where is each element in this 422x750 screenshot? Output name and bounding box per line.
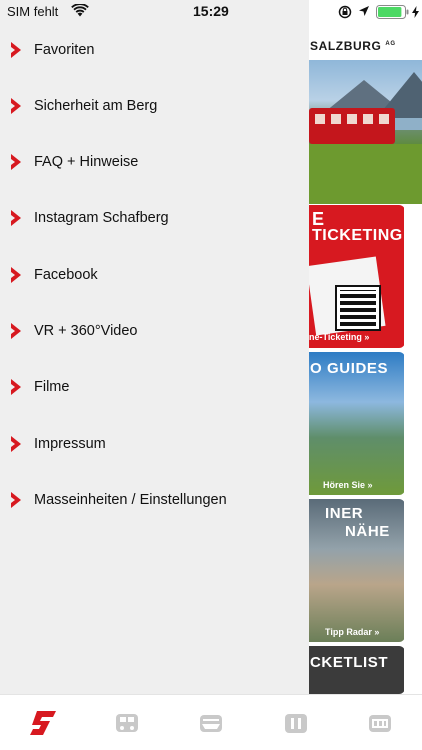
tile-title: NÄHE bbox=[345, 523, 390, 540]
menu-item-label: Sicherheit am Berg bbox=[34, 98, 158, 114]
chevron-right-icon bbox=[11, 492, 21, 508]
tile-title: TICKETING bbox=[312, 227, 403, 244]
menu-item-vr-video[interactable]: VR + 360°Video bbox=[0, 311, 309, 351]
ticket-icon[interactable] bbox=[281, 709, 311, 737]
menu-item-label: VR + 360°Video bbox=[34, 323, 138, 339]
menu-item-label: FAQ + Hinweise bbox=[34, 154, 139, 170]
chevron-right-icon bbox=[11, 42, 21, 58]
tile-bucketlist[interactable]: CKETLIST bbox=[309, 646, 405, 694]
bottom-tab-bar bbox=[0, 694, 422, 750]
tile-audio-guides[interactable]: O GUIDES Hören Sie » bbox=[309, 352, 405, 495]
chevron-right-icon bbox=[11, 436, 21, 452]
menu-item-impressum[interactable]: Impressum bbox=[0, 424, 309, 464]
tile-title: O GUIDES bbox=[310, 360, 389, 377]
menu-item-sicherheit[interactable]: Sicherheit am Berg bbox=[0, 86, 309, 126]
content-gutter bbox=[404, 205, 422, 694]
menu-item-favoriten[interactable]: Favoriten bbox=[0, 30, 309, 70]
ship-icon[interactable] bbox=[196, 709, 226, 737]
charging-bolt-icon bbox=[412, 6, 419, 18]
menu-item-instagram[interactable]: Instagram Schafberg bbox=[0, 198, 309, 238]
wifi-icon bbox=[71, 4, 89, 17]
chevron-right-icon bbox=[11, 379, 21, 395]
chevron-right-icon bbox=[11, 154, 21, 170]
menu-item-facebook[interactable]: Facebook bbox=[0, 255, 309, 295]
menu-item-label: Favoriten bbox=[34, 42, 95, 58]
tile-in-deiner-naehe[interactable]: INER NÄHE Tipp Radar » bbox=[309, 499, 405, 642]
tile-ticketing[interactable]: E TICKETING ne-Ticketing » bbox=[309, 205, 405, 348]
schafberg-logo-icon[interactable] bbox=[28, 709, 58, 737]
side-menu-drawer: Favoriten Sicherheit am Berg FAQ + Hinwe… bbox=[0, 0, 309, 694]
brand-logo: SALZBURG AG bbox=[310, 39, 396, 53]
tile-link[interactable]: Tipp Radar » bbox=[325, 627, 379, 637]
chevron-right-icon bbox=[11, 323, 21, 339]
menu-item-label: Facebook bbox=[34, 267, 98, 283]
tile-title: INER bbox=[325, 505, 364, 522]
menu-item-filme[interactable]: Filme bbox=[0, 367, 309, 407]
menu-item-label: Masseinheiten / Einstellungen bbox=[34, 492, 227, 508]
status-bar: SIM fehlt 15:29 bbox=[0, 0, 422, 22]
status-icons bbox=[336, 4, 420, 20]
qr-code-icon bbox=[335, 285, 381, 331]
chevron-right-icon bbox=[11, 210, 21, 226]
battery-icon bbox=[376, 5, 409, 19]
tile-title: CKETLIST bbox=[310, 654, 389, 671]
menu-item-label: Impressum bbox=[34, 436, 106, 452]
tile-link[interactable]: ne-Ticketing » bbox=[309, 332, 369, 342]
chevron-right-icon bbox=[11, 267, 21, 283]
gallery-icon[interactable] bbox=[365, 709, 395, 737]
carrier-label: SIM fehlt bbox=[7, 4, 59, 19]
tile-link[interactable]: Hören Sie » bbox=[323, 480, 373, 490]
menu-item-label: Instagram Schafberg bbox=[34, 210, 169, 226]
menu-item-faq[interactable]: FAQ + Hinweise bbox=[0, 142, 309, 182]
hero-image[interactable] bbox=[309, 60, 422, 204]
chevron-right-icon bbox=[11, 98, 21, 114]
menu-item-einstellungen[interactable]: Masseinheiten / Einstellungen bbox=[0, 480, 309, 520]
train-image bbox=[309, 108, 395, 144]
train-icon[interactable] bbox=[112, 709, 142, 737]
location-arrow-icon bbox=[359, 6, 369, 16]
menu-item-label: Filme bbox=[34, 379, 70, 395]
rotation-lock-icon bbox=[338, 5, 352, 19]
clock-time: 15:29 bbox=[193, 3, 229, 19]
